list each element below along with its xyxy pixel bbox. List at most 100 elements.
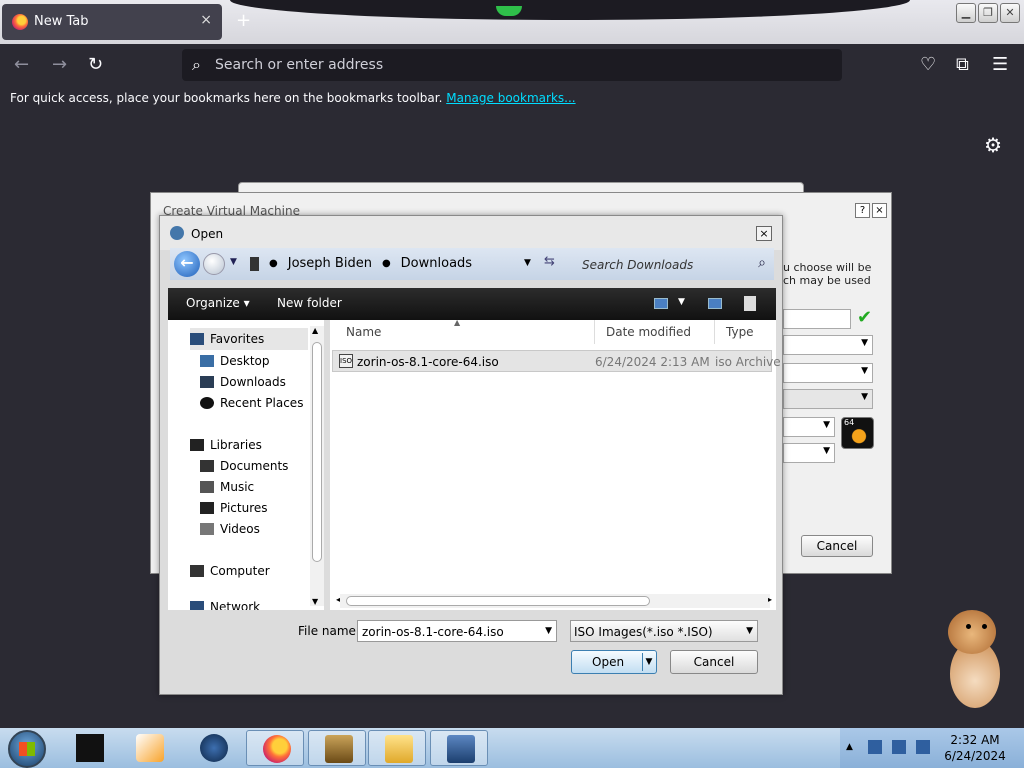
taskbar-app-1[interactable] — [60, 730, 118, 766]
tray-monitor-icon[interactable] — [892, 740, 906, 754]
file-type-select[interactable]: ISO Images(*.iso *.ISO) ▼ — [570, 620, 758, 642]
menu-icon[interactable]: ☰ — [992, 54, 1008, 75]
column-type[interactable]: Type — [720, 320, 776, 344]
taskbar: ▲ 2:32 AM 6/24/2024 — [0, 728, 1024, 768]
refresh-icon[interactable]: ⇆ — [544, 254, 555, 269]
nav-scroll-thumb[interactable] — [312, 342, 322, 562]
back-icon[interactable]: ← — [14, 54, 29, 75]
nav-pane-scrollbar[interactable]: ▲ ▼ — [310, 326, 324, 606]
new-tab-button[interactable]: + — [236, 10, 251, 31]
open-split-dropdown-icon[interactable]: ▼ — [642, 653, 655, 671]
taskbar-explorer[interactable] — [368, 730, 426, 766]
vm-type-select[interactable]: ▼ — [783, 363, 873, 383]
cancel-button[interactable]: Cancel — [670, 650, 758, 674]
favorites-icon — [190, 333, 204, 345]
media-center-icon — [76, 734, 104, 762]
nav-favorites[interactable]: Favorites — [190, 328, 308, 350]
box-app-icon — [325, 735, 353, 763]
address-bar[interactable]: ⌕ Search or enter address — [182, 49, 842, 81]
open-dialog-close-button[interactable]: × — [756, 226, 772, 241]
scroll-down-icon[interactable]: ▼ — [312, 597, 318, 606]
computer-icon — [250, 256, 259, 271]
scroll-left-icon[interactable]: ◂ — [336, 595, 340, 604]
file-type-dropdown-icon: ▼ — [746, 626, 753, 636]
file-row[interactable]: ISO zorin-os-8.1-core-64.iso 6/24/2024 2… — [332, 350, 781, 372]
preview-pane-icon[interactable] — [708, 298, 722, 309]
breadcrumb-dropdown-icon[interactable]: ▼ — [524, 258, 531, 268]
vm-version-select[interactable]: ▼ — [783, 443, 835, 463]
vm-os-select[interactable]: ▼ — [783, 417, 835, 437]
help-icon[interactable] — [744, 296, 756, 311]
taskbar-app-3[interactable] — [184, 730, 242, 766]
pocket-icon[interactable]: ♡ — [920, 54, 936, 75]
nav-documents[interactable]: Documents — [200, 459, 288, 473]
back-arrow-icon[interactable]: ← — [174, 251, 200, 277]
file-type: iso Archive — [715, 355, 781, 369]
file-list: ▲ Name Date modified Type ISO zorin-os-8… — [330, 318, 781, 610]
history-dropdown-icon[interactable]: ▼ — [230, 257, 237, 267]
file-name-dropdown-icon[interactable]: ▼ — [545, 626, 552, 636]
scroll-up-icon[interactable]: ▲ — [312, 326, 318, 335]
minimize-button[interactable]: ▁ — [956, 3, 976, 23]
tray-network-icon[interactable] — [868, 740, 882, 754]
nav-computer[interactable]: Computer — [190, 564, 270, 578]
videos-icon — [200, 523, 214, 535]
bookmarks-message: For quick access, place your bookmarks h… — [10, 91, 443, 105]
nav-pictures[interactable]: Pictures — [200, 501, 268, 515]
view-dropdown-icon[interactable]: ▼ — [678, 297, 685, 307]
extensions-icon[interactable]: ⧉ — [956, 54, 969, 75]
tab-new-tab[interactable]: New Tab × — [2, 4, 222, 40]
close-window-button[interactable]: ✕ — [1000, 3, 1020, 23]
scroll-right-icon[interactable]: ▸ — [768, 595, 772, 604]
breadcrumb-downloads[interactable]: Downloads — [401, 256, 472, 271]
forward-icon[interactable]: → — [52, 54, 67, 75]
breadcrumb-user[interactable]: Joseph Biden — [288, 256, 372, 271]
nav-videos[interactable]: Videos — [200, 522, 260, 536]
help-button[interactable]: ? — [855, 203, 870, 218]
nav-downloads[interactable]: Downloads — [200, 375, 286, 389]
open-button[interactable]: Open ▼ — [571, 650, 657, 674]
start-button[interactable] — [8, 730, 46, 768]
file-date: 6/24/2024 2:13 AM — [595, 355, 710, 369]
reload-icon[interactable]: ↻ — [88, 54, 103, 75]
manage-bookmarks-link[interactable]: Manage bookmarks... — [446, 91, 575, 105]
theme-dot — [496, 6, 522, 16]
vm-folder-select[interactable]: ▼ — [783, 335, 873, 355]
taskbar-firefox[interactable] — [246, 730, 304, 766]
address-breadcrumb-bar: ← ▼ ● Joseph Biden ● Downloads ▼ ⇆ Searc… — [170, 248, 774, 280]
organize-button[interactable]: Organize ▾ — [186, 296, 250, 310]
restore-button[interactable]: ❐ — [978, 3, 998, 23]
settings-gear-icon[interactable]: ⚙ — [984, 133, 1002, 157]
view-icon[interactable] — [654, 298, 668, 309]
file-list-h-scrollbar[interactable]: ◂ ▸ — [336, 594, 772, 608]
vm-name-field[interactable] — [783, 309, 851, 329]
file-type-value: ISO Images(*.iso *.ISO) — [574, 625, 713, 639]
open-dialog-titlebar: Open × — [160, 216, 782, 250]
column-name[interactable]: Name — [340, 320, 590, 344]
show-hidden-icons[interactable]: ▲ — [846, 742, 853, 752]
nav-libraries[interactable]: Libraries — [190, 438, 262, 452]
nav-recent-places[interactable]: Recent Places — [200, 396, 303, 410]
search-icon: ⌕ — [192, 55, 201, 74]
taskbar-virtualbox[interactable] — [430, 730, 488, 766]
taskbar-app-box[interactable] — [308, 730, 366, 766]
new-folder-button[interactable]: New folder — [277, 296, 342, 310]
documents-icon — [200, 460, 214, 472]
clock[interactable]: 2:32 AM 6/24/2024 — [940, 732, 1010, 764]
nav-music[interactable]: Music — [200, 480, 254, 494]
firefox-icon — [263, 735, 291, 763]
forward-arrow-icon[interactable] — [203, 253, 225, 275]
search-downloads-input[interactable]: Search Downloads ⌕ — [574, 250, 774, 278]
create-vm-cancel-button[interactable]: Cancel — [801, 535, 873, 557]
file-name-input[interactable]: zorin-os-8.1-core-64.iso ▼ — [357, 620, 557, 642]
nav-network[interactable]: Network — [190, 600, 260, 610]
clock-date: 6/24/2024 — [944, 749, 1006, 763]
h-scroll-thumb[interactable] — [346, 596, 650, 606]
create-vm-close-button[interactable]: × — [872, 203, 887, 218]
column-date-modified[interactable]: Date modified — [600, 320, 716, 344]
tab-close-icon[interactable]: × — [200, 12, 212, 28]
nav-desktop[interactable]: Desktop — [200, 354, 270, 368]
tray-app-icon[interactable] — [916, 740, 930, 754]
taskbar-app-2[interactable] — [120, 730, 178, 766]
open-file-dialog: Open × ← ▼ ● Joseph Biden ● Downloads ▼ … — [159, 215, 783, 695]
